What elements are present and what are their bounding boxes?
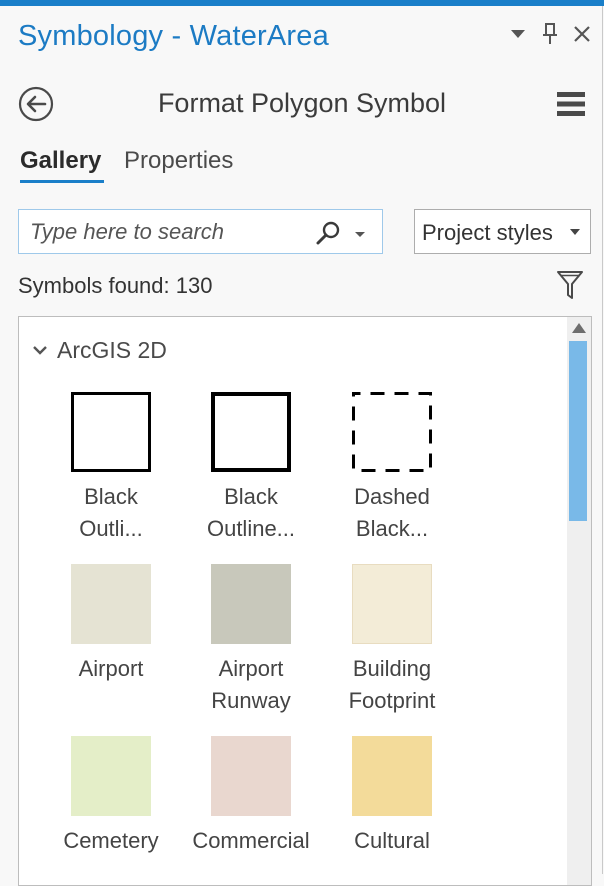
symbol-swatch [352,736,432,816]
symbols-found-count: Symbols found: 130 [18,273,213,298]
symbol-swatch [211,392,291,472]
symbol-label-line: Black [224,484,278,509]
symbol-label: Cemetery [41,825,181,857]
symbology-pane: Symbology - WaterArea Format Polygon Sym… [0,6,603,886]
symbol-label-line: Black... [355,516,429,541]
search-icon[interactable] [315,219,343,247]
symbol-swatch-shape [211,736,291,816]
pin-icon [543,23,557,44]
symbol-gallery: ArcGIS 2D Black Outli... Black Outline... Da… [18,316,592,886]
close-icon [574,26,590,42]
gallery-group-header[interactable]: ArcGIS 2D [57,337,167,364]
symbol-label-line: Building [352,656,432,681]
symbol-swatch [352,564,432,644]
pane-options-button[interactable] [506,22,530,46]
symbol-label: Black Outli... [41,481,181,545]
filter-icon [557,271,583,299]
symbol-swatch-shape [352,392,432,472]
symbol-label-line: Cultural [354,828,430,853]
symbol-label-line: Outli... [79,516,143,541]
symbol-label-line: Black [84,484,138,509]
format-symbol-title: Format Polygon Symbol [157,88,447,118]
scrollbar-thumb[interactable] [569,341,587,521]
pane-pin-button[interactable] [538,22,562,46]
search-options-caret-icon[interactable] [353,227,367,241]
symbol-label: Building Footprint [322,653,462,717]
tab-properties[interactable]: Properties [124,147,233,175]
symbol-swatch-shape [211,564,291,644]
symbol-label: Airport [41,653,181,685]
symbol-swatch [211,564,291,644]
symbol-label-line: Outline... [206,516,296,541]
symbol-label-line: Airport [78,656,144,681]
chevron-down-icon[interactable] [33,345,47,355]
symbol-swatch [71,736,151,816]
symbol-label: Commercial [181,825,321,857]
chevron-down-icon [511,30,525,38]
symbol-swatch [211,736,291,816]
menu-button[interactable] [556,90,586,118]
search-input[interactable] [30,219,300,245]
vertical-scrollbar[interactable] [567,317,591,885]
filter-button[interactable] [556,269,584,301]
symbol-label-line: Commercial [192,828,310,853]
symbol-swatch-shape [71,564,151,644]
symbol-swatch-shape [71,392,151,472]
symbol-swatch-shape [211,392,291,472]
symbol-label-line: Cemetery [63,828,159,853]
symbol-label-line: Dashed [354,484,430,509]
symbol-swatch [352,392,432,472]
symbol-label: Cultural [322,825,462,857]
search-box [18,209,383,254]
symbol-swatch-shape [71,736,151,816]
symbol-label: Black Outline... [181,481,321,545]
hamburger-menu-icon [557,92,585,116]
symbol-swatch-shape [352,736,432,816]
symbol-swatch [71,392,151,472]
symbol-label: Airport Runway [181,653,321,717]
symbol-swatch-shape [352,564,432,644]
symbol-label: Dashed Black... [322,481,462,545]
symbol-label-line: Footprint [348,688,436,713]
symbol-label-line: Airport [218,656,284,681]
chevron-down-icon [570,229,580,235]
tab-gallery[interactable]: Gallery [20,147,101,175]
symbol-swatch [71,564,151,644]
tab-gallery-indicator [20,180,104,183]
scroll-up-arrow-icon[interactable] [571,321,587,335]
styles-dropdown-value: Project styles [422,220,553,245]
pane-close-button[interactable] [570,22,594,46]
styles-dropdown[interactable]: Project styles [414,209,591,254]
symbol-label-line: Runway [211,688,291,713]
pane-title: Symbology - WaterArea [18,20,329,52]
